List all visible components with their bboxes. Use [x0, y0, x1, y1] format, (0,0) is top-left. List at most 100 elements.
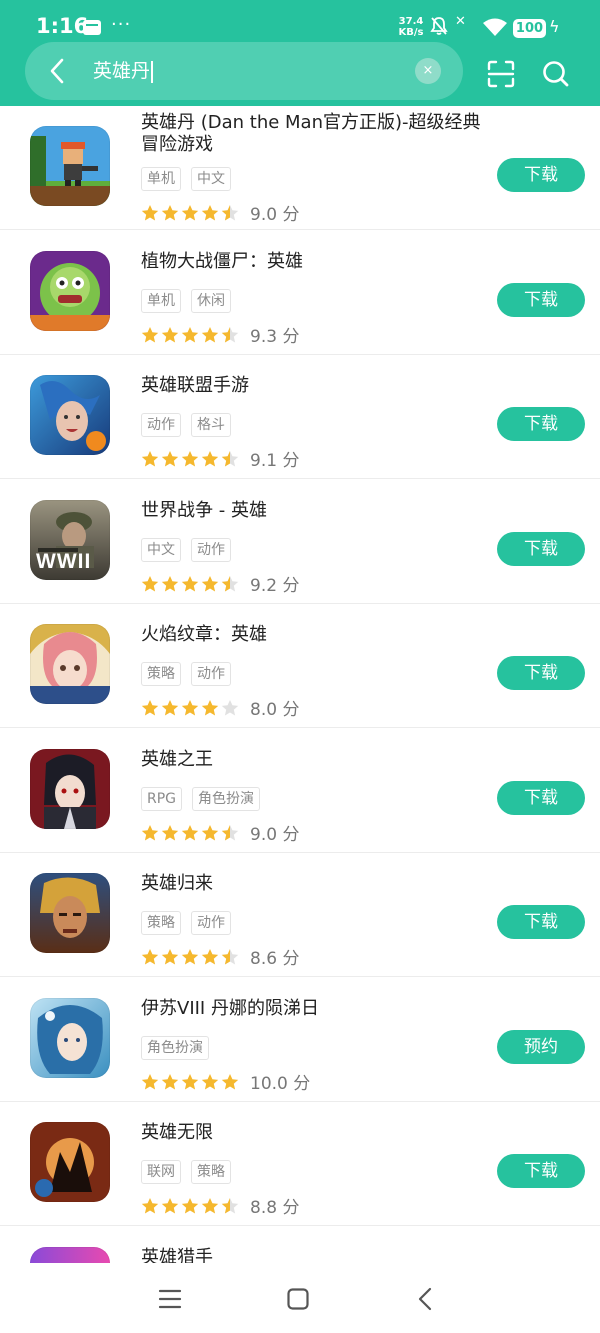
app-name[interactable]: 英雄归来 — [141, 873, 481, 895]
search-input[interactable]: 英雄丹 — [93, 58, 153, 84]
app-name[interactable]: 英雄联盟手游 — [141, 375, 481, 397]
star-icon — [201, 700, 219, 716]
star-icon — [141, 949, 159, 965]
rating-score: 9.1 分 — [250, 451, 300, 471]
star-half-icon — [221, 205, 239, 221]
app-list-item[interactable]: 伊苏VIII 丹娜的陨涕日 角色扮演 10.0 分 预约 — [0, 978, 600, 1102]
app-tag: 休闲 — [191, 288, 231, 313]
back-icon[interactable] — [414, 1287, 438, 1311]
wifi-icon — [483, 18, 507, 36]
star-half-icon — [221, 451, 239, 467]
star-icon — [141, 451, 159, 467]
download-button[interactable]: 下载 — [497, 531, 585, 566]
rating-stars — [141, 573, 241, 593]
star-icon — [161, 451, 179, 467]
download-button[interactable]: 下载 — [497, 158, 585, 192]
app-rating: 9.1 分 — [141, 446, 300, 471]
header-bar: 1:16 ··· 37.4 KB/s ✕ 100 ϟ 英雄丹 × — [0, 0, 600, 106]
star-icon — [181, 451, 199, 467]
app-tags: 中文 动作 — [141, 537, 241, 562]
rating-stars — [141, 324, 241, 344]
search-results-list[interactable]: 英雄丹 (Dan the Man官方正版)-超级经典冒险游戏 单机 中文 9.0 分下… — [0, 106, 600, 1263]
app-tags: 角色扮演 — [141, 1035, 219, 1060]
app-rating: 8.6 分 — [141, 944, 300, 969]
app-tag: 角色扮演 — [141, 1035, 209, 1060]
app-name[interactable]: 英雄丹 (Dan the Man官方正版)-超级经典冒险游戏 — [141, 112, 481, 156]
star-icon — [141, 326, 159, 343]
app-tags: 策略 动作 — [141, 911, 241, 935]
star-icon — [181, 575, 199, 592]
app-tag: 单机 — [141, 288, 181, 313]
clear-search-button[interactable]: × — [415, 58, 441, 84]
more-notifications-icon: ··· — [111, 14, 132, 35]
app-icon[interactable] — [30, 375, 110, 455]
app-icon[interactable] — [30, 1122, 110, 1202]
download-button[interactable]: 下载 — [497, 1154, 585, 1188]
app-tag: 动作 — [191, 911, 231, 935]
rating-score: 10.0 分 — [250, 1073, 311, 1094]
star-icon — [141, 1198, 159, 1214]
star-icon — [181, 205, 199, 221]
download-button[interactable]: 下载 — [497, 282, 585, 317]
app-name[interactable]: 伊苏VIII 丹娜的陨涕日 — [141, 998, 481, 1020]
rating-score: 8.6 分 — [250, 949, 300, 969]
search-icon[interactable] — [540, 58, 572, 90]
rating-score: 9.3 分 — [250, 326, 300, 347]
app-rating: 9.2 分 — [141, 571, 299, 596]
rating-stars — [141, 203, 241, 223]
app-icon[interactable]: WWII — [30, 499, 110, 580]
star-icon — [181, 949, 199, 965]
star-icon — [161, 1073, 179, 1090]
download-button[interactable]: 下载 — [497, 656, 585, 690]
download-button[interactable]: 下载 — [497, 407, 585, 441]
app-list-item[interactable]: 植物大战僵尸：英雄 单机 休闲 9.3 分 下载 — [0, 231, 600, 355]
app-icon[interactable] — [30, 1246, 110, 1263]
star-icon — [201, 1198, 219, 1214]
app-name[interactable]: 世界战争 - 英雄 — [141, 500, 481, 522]
star-icon — [141, 1073, 159, 1090]
app-list-item[interactable]: 英雄猎手 — [0, 1227, 600, 1264]
app-name[interactable]: 植物大战僵尸：英雄 — [141, 251, 481, 273]
scan-icon[interactable] — [485, 58, 517, 90]
app-list-item[interactable]: 英雄联盟手游 动作 格斗 9.1 分 下载 — [0, 355, 600, 479]
menu-icon[interactable] — [158, 1287, 182, 1311]
app-icon[interactable] — [30, 250, 110, 331]
download-button[interactable]: 下载 — [497, 780, 585, 815]
search-query: 英雄丹 — [93, 60, 151, 82]
network-speed-unit: KB/s — [398, 27, 424, 38]
rating-stars — [141, 822, 241, 842]
app-tag: 单机 — [141, 167, 181, 191]
notification-icon — [83, 20, 101, 35]
app-name[interactable]: 英雄无限 — [141, 1122, 481, 1144]
app-tag: 动作 — [191, 537, 231, 562]
charging-icon: ϟ — [549, 17, 560, 36]
download-button[interactable]: 下载 — [497, 905, 585, 939]
app-list-item[interactable]: 英雄无限 联网 策略 8.8 分 下载 — [0, 1102, 600, 1226]
star-icon — [181, 700, 199, 716]
rating-score: 9.0 分 — [250, 205, 300, 225]
app-icon[interactable] — [30, 997, 110, 1078]
app-rating: 10.0 分 — [141, 1069, 311, 1094]
star-half-icon — [221, 326, 239, 343]
app-list-item[interactable]: WWII 世界战争 - 英雄 中文 动作 9.2 分 下载 — [0, 480, 600, 604]
star-icon — [141, 824, 159, 841]
home-icon[interactable] — [286, 1287, 310, 1311]
app-tag: 策略 — [191, 1160, 231, 1184]
app-icon[interactable] — [30, 126, 110, 206]
reserve-button[interactable]: 预约 — [497, 1029, 585, 1064]
app-list-item[interactable]: 英雄之王 RPG 角色扮演 9.0 分 下载 — [0, 729, 600, 853]
app-name[interactable]: 英雄之王 — [141, 749, 481, 771]
search-box[interactable] — [25, 42, 463, 100]
app-name[interactable]: 英雄猎手 — [141, 1247, 481, 1264]
star-icon — [201, 949, 219, 965]
app-list-item[interactable]: 火焰纹章：英雄 策略 动作 8.0 分 下载 — [0, 604, 600, 728]
app-list-item[interactable]: 英雄丹 (Dan the Man官方正版)-超级经典冒险游戏 单机 中文 9.0 分 下… — [0, 106, 600, 230]
app-icon[interactable] — [30, 748, 110, 829]
star-icon — [141, 205, 159, 221]
app-icon[interactable] — [30, 624, 110, 704]
app-list-item[interactable]: 英雄归来策略 动作 8.6 分 下载 — [0, 853, 600, 977]
app-name[interactable]: 火焰纹章：英雄 — [141, 624, 481, 646]
back-arrow-icon[interactable] — [47, 56, 67, 86]
app-icon[interactable] — [30, 873, 110, 953]
rating-score: 8.0 分 — [250, 700, 300, 720]
